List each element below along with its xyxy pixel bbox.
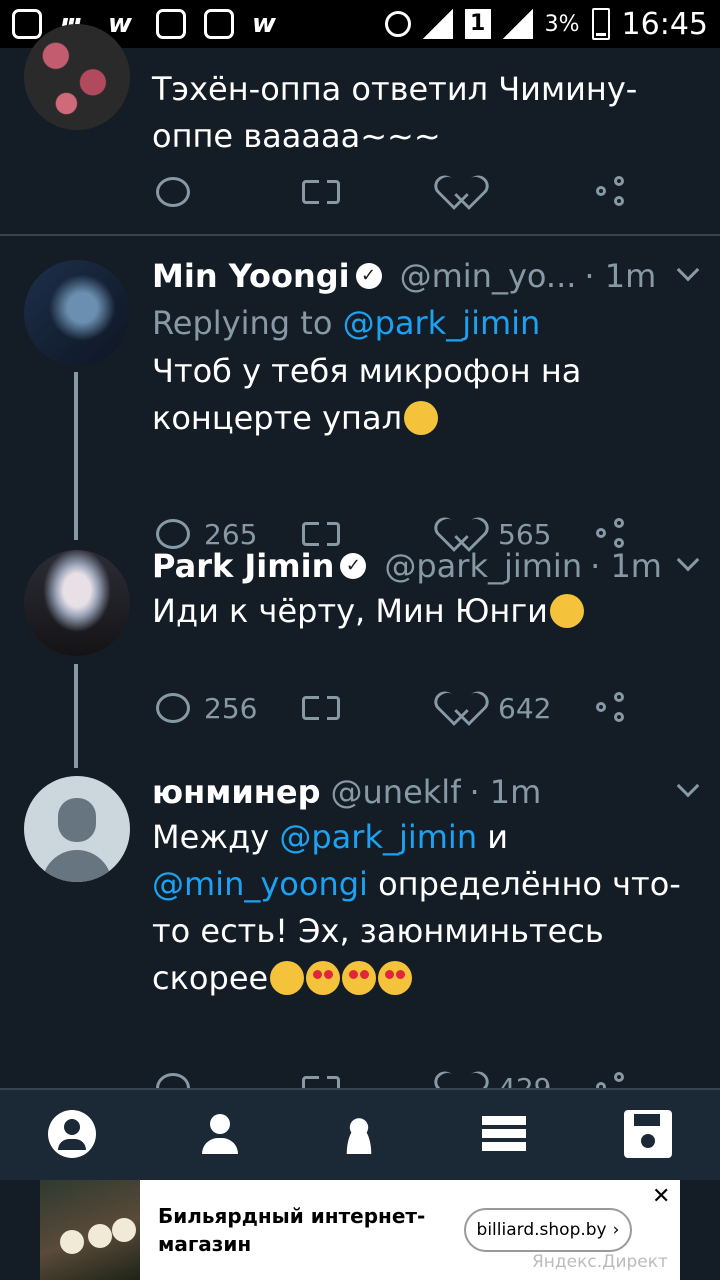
bottom-tab-bar (0, 1088, 720, 1180)
profile-icon[interactable] (48, 1110, 96, 1158)
ad-image[interactable] (40, 1180, 140, 1280)
user-handle[interactable]: @min_yo... (400, 257, 577, 295)
avatar[interactable] (24, 260, 130, 366)
user-handle[interactable]: @uneklf (331, 773, 462, 811)
verified-icon: ✓ (355, 263, 382, 289)
reply-icon (156, 693, 190, 723)
reply-button[interactable]: 256 (156, 692, 257, 725)
user-handle[interactable]: @park_jimin (384, 547, 582, 585)
share-button[interactable] (596, 692, 628, 724)
instagram-icon (12, 9, 42, 39)
tweet-actions: 256 642 (152, 686, 642, 730)
tweet-text: Тэхён-оппа ответил Чимину-оппе вааааа~~~ (152, 70, 638, 155)
tweet-text-content: Иди к чёрту, Мин Юнги (152, 592, 548, 630)
clock: 16:45 (621, 6, 708, 42)
tweet-text-part: и (477, 818, 509, 856)
ad-title[interactable]: Бильярдный интернет-магазин (158, 1202, 448, 1258)
replying-label: Replying to (152, 304, 343, 342)
share-button[interactable] (596, 176, 628, 208)
timestamp: · 1m (590, 547, 662, 585)
wattpad-icon: w (108, 9, 133, 39)
tweet-content: Тэхён-оппа ответил Чимину-оппе вааааа~~~ (152, 66, 692, 160)
thread-line (74, 372, 78, 540)
retweet-icon (302, 177, 340, 209)
tweet-text: Между @park_jimin и @min_yoongi определё… (152, 814, 692, 1002)
retweet-button[interactable] (302, 693, 340, 725)
like-count: 642 (498, 691, 552, 725)
heart-icon (448, 692, 484, 724)
like-button[interactable]: 642 (448, 692, 551, 725)
avatar[interactable] (24, 24, 130, 130)
mention-link[interactable]: @park_jimin (343, 304, 541, 342)
close-icon[interactable]: ✕ (652, 1184, 670, 1209)
timestamp: · 1m (584, 257, 657, 295)
instagram-icon (204, 9, 234, 39)
tweet-header: Park Jimin ✓ @park_jimin · 1m (152, 544, 692, 588)
tweet-header: юнминер @uneklf · 1m (152, 770, 692, 814)
tweet-content: Min Yoongi ✓ @min_yo... · 1m Replying to… (152, 254, 700, 442)
tweet-text: Чтоб у тебя микрофон на концерте упал (152, 348, 692, 442)
heart-icon (448, 176, 484, 208)
ad-source: Яндекс.Директ (532, 1252, 668, 1272)
tweet-text-content: Чтоб у тебя микрофон на концерте упал (152, 352, 582, 437)
heart-eyes-emoji-icon (342, 961, 377, 995)
expressionless-emoji-icon (404, 401, 439, 435)
display-name[interactable]: юнминер (152, 773, 321, 811)
replying-to: Replying to @park_jimin (152, 298, 692, 348)
unamused-emoji-icon (549, 594, 584, 628)
signal-icon (502, 9, 533, 39)
avatar[interactable] (24, 550, 130, 656)
share-icon (596, 692, 628, 724)
wifi-icon (422, 9, 453, 39)
retweet-icon (302, 693, 340, 725)
retweet-button[interactable] (302, 519, 340, 551)
mention-link[interactable]: @min_yoongi (152, 865, 368, 903)
battery-percent: 3% (544, 11, 580, 37)
divider (0, 234, 720, 236)
reply-count: 256 (204, 691, 258, 725)
retweet-icon (302, 519, 340, 551)
lists-icon[interactable] (480, 1110, 528, 1158)
mention-link[interactable]: @park_jimin (279, 818, 477, 856)
retweet-button[interactable] (302, 177, 340, 209)
tweet-header: Min Yoongi ✓ @min_yo... · 1m (152, 254, 692, 298)
reply-button[interactable] (156, 177, 190, 207)
grinning-emoji-icon (270, 961, 305, 995)
like-button[interactable] (448, 176, 484, 208)
display-name[interactable]: Park Jimin (152, 547, 334, 585)
chevron-right-icon: › (612, 1220, 620, 1240)
tweet-actions (152, 170, 642, 214)
sim-icon: 1 (464, 9, 491, 39)
ad-banner[interactable]: Бильярдный интернет-магазин billiard.sho… (40, 1180, 680, 1280)
verified-icon: ✓ (340, 553, 367, 579)
share-icon (596, 176, 628, 208)
thread-line (74, 664, 78, 768)
gallery-icon (156, 9, 186, 39)
heart-eyes-emoji-icon (306, 961, 341, 995)
find-people-icon[interactable] (192, 1110, 240, 1158)
battery-icon (591, 8, 610, 40)
timestamp: · 1m (469, 773, 542, 811)
wattpad-icon: w (252, 9, 277, 39)
default-avatar-icon[interactable] (24, 776, 130, 882)
ad-link-button[interactable]: billiard.shop.by › (464, 1208, 632, 1252)
people-icon[interactable] (336, 1110, 384, 1158)
ad-link-label: billiard.shop.by (476, 1220, 607, 1240)
heart-eyes-emoji-icon (378, 961, 413, 995)
tweet-content: юнминер @uneklf · 1m Между @park_jimin и… (152, 770, 700, 1002)
tweet-content: Park Jimin ✓ @park_jimin · 1m Иди к чёрт… (152, 544, 700, 635)
display-name[interactable]: Min Yoongi (152, 257, 350, 295)
saved-icon[interactable] (624, 1110, 672, 1158)
tweet-text-part: Между (152, 818, 280, 856)
reply-icon (156, 177, 190, 207)
tweet-text: Иди к чёрту, Мин Юнги (152, 588, 692, 635)
alarm-icon (384, 11, 411, 37)
